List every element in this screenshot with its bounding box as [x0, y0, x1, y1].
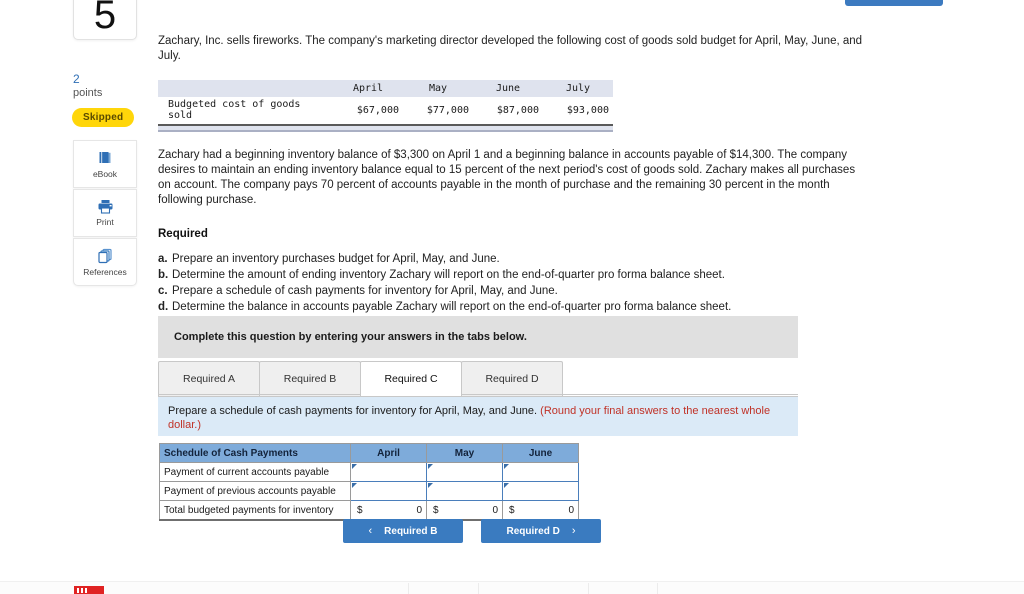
- total-may-cell: $ 0: [426, 500, 503, 521]
- tab-strip-divider: [158, 394, 798, 395]
- table-row: Payment of current accounts payable: [159, 462, 579, 482]
- next-requirement-button[interactable]: Required D ›: [481, 519, 601, 543]
- cogs-table-bottom-rule: [158, 124, 613, 132]
- question-body: Zachary, Inc. sells fireworks. The compa…: [158, 0, 878, 543]
- brand-logo-icon: [74, 586, 104, 594]
- prev-requirement-label: Required B: [384, 525, 438, 537]
- grid-col-june: June: [502, 443, 579, 463]
- required-list: a. Prepare an inventory purchases budget …: [158, 251, 878, 315]
- list-item: a. Prepare an inventory purchases budget …: [158, 251, 878, 267]
- required-letter-c: c.: [158, 285, 168, 297]
- grid-row-label-previous-ap: Payment of previous accounts payable: [159, 481, 351, 501]
- currency-symbol: $: [433, 504, 439, 516]
- bottom-toolbar: [0, 581, 1024, 594]
- input-previous-ap-june[interactable]: [502, 481, 579, 501]
- toolbar-divider: [588, 583, 589, 594]
- table-row: Payment of previous accounts payable: [159, 481, 579, 501]
- currency-symbol: $: [509, 504, 515, 516]
- status-badge: Skipped: [72, 108, 135, 127]
- required-heading: Required: [158, 228, 208, 240]
- chevron-right-icon: ›: [571, 525, 576, 537]
- required-text-a: Prepare an inventory purchases budget fo…: [172, 253, 500, 265]
- book-icon: [97, 150, 113, 166]
- input-current-ap-april[interactable]: [350, 462, 427, 482]
- grid-header-row: Schedule of Cash Payments April May June: [159, 443, 579, 463]
- total-may-value: 0: [492, 504, 498, 516]
- cogs-value-july: $93,000: [566, 104, 609, 116]
- next-requirement-label: Required D: [506, 525, 560, 537]
- total-june-cell: $ 0: [502, 500, 579, 521]
- grid-col-may: May: [426, 443, 503, 463]
- copy-icon: [97, 248, 113, 264]
- total-april-value: 0: [416, 504, 422, 516]
- complete-question-bar: Complete this question by entering your …: [158, 316, 798, 358]
- grid-row-label-total: Total budgeted payments for inventory: [159, 500, 351, 521]
- tab-navigation: ‹ Required B Required D ›: [343, 519, 601, 543]
- list-item: d. Determine the balance in accounts paya…: [158, 299, 878, 315]
- prev-requirement-button[interactable]: ‹ Required B: [343, 519, 463, 543]
- currency-symbol: $: [357, 504, 363, 516]
- question-page: 5 2 points Skipped eBook Print Reference…: [0, 0, 1024, 594]
- cogs-row-label: Budgeted cost of goods sold: [168, 99, 301, 121]
- references-label: References: [83, 266, 127, 277]
- table-row: Budgeted cost of goods sold $67,000 $77,…: [158, 97, 613, 124]
- toolbar-divider: [657, 583, 658, 594]
- required-text-d: Determine the balance in accounts payabl…: [172, 301, 732, 313]
- total-june-value: 0: [568, 504, 574, 516]
- input-current-ap-may[interactable]: [426, 462, 503, 482]
- print-button[interactable]: Print: [73, 189, 137, 237]
- toolbar-divider: [478, 583, 479, 594]
- ebook-label: eBook: [92, 168, 118, 179]
- list-item: c. Prepare a schedule of cash payments fo…: [158, 283, 878, 299]
- question-number-box: 5: [73, 0, 137, 40]
- required-letter-a: a.: [158, 253, 168, 265]
- input-previous-ap-may[interactable]: [426, 481, 503, 501]
- required-letter-d: d.: [158, 301, 169, 313]
- required-text-c: Prepare a schedule of cash payments for …: [172, 285, 558, 297]
- cogs-month-june: June: [473, 80, 543, 97]
- cogs-month-july: July: [543, 80, 613, 97]
- cogs-header-row: April May June July: [158, 80, 613, 97]
- grid-col-april: April: [350, 443, 427, 463]
- required-text-b: Determine the amount of ending inventory…: [172, 269, 725, 281]
- ebook-button[interactable]: eBook: [73, 140, 137, 188]
- tab-instruction-text: Prepare a schedule of cash payments for …: [168, 405, 541, 417]
- tab-required-c[interactable]: Required C: [360, 361, 462, 396]
- cogs-value-june: $87,000: [496, 104, 539, 116]
- requirement-tabs: Required A Required B Required C Require…: [158, 361, 563, 396]
- question-number: 5: [93, 0, 117, 37]
- cogs-budget-table: April May June July Budgeted cost of goo…: [158, 80, 613, 124]
- cogs-value-may: $77,000: [426, 104, 469, 116]
- chevron-left-icon: ‹: [368, 525, 373, 537]
- points-value: 2: [73, 72, 80, 86]
- input-previous-ap-april[interactable]: [350, 481, 427, 501]
- required-letter-b: b.: [158, 269, 169, 281]
- toolbar-divider: [408, 583, 409, 594]
- question-rail: 5 2 points Skipped eBook Print Reference…: [72, 0, 137, 286]
- problem-intro: Zachary, Inc. sells fireworks. The compa…: [158, 35, 863, 62]
- cash-payments-grid: Schedule of Cash Payments April May June…: [159, 443, 579, 521]
- references-button[interactable]: References: [73, 238, 137, 286]
- table-row: Total budgeted payments for inventory $ …: [159, 500, 579, 521]
- tab-required-a[interactable]: Required A: [158, 361, 260, 396]
- print-label: Print: [96, 217, 114, 227]
- grid-title-cell: Schedule of Cash Payments: [159, 443, 351, 463]
- cogs-month-april: April: [333, 80, 403, 97]
- tab-required-d[interactable]: Required D: [461, 361, 563, 396]
- printer-icon: [97, 199, 114, 214]
- points-label: points: [73, 87, 103, 99]
- cogs-month-may: May: [403, 80, 473, 97]
- input-current-ap-june[interactable]: [502, 462, 579, 482]
- grid-row-label-current-ap: Payment of current accounts payable: [159, 462, 351, 482]
- cogs-corner-cell: [158, 80, 333, 97]
- list-item: b. Determine the amount of ending invento…: [158, 267, 878, 283]
- complete-question-text: Complete this question by entering your …: [174, 331, 527, 343]
- cogs-value-april: $67,000: [356, 104, 399, 116]
- total-april-cell: $ 0: [350, 500, 427, 521]
- problem-paragraph: Zachary had a beginning inventory balanc…: [158, 149, 856, 206]
- tab-required-b[interactable]: Required B: [259, 361, 361, 396]
- points-block: 2 points: [73, 72, 163, 100]
- tab-instruction-banner: Prepare a schedule of cash payments for …: [158, 396, 798, 436]
